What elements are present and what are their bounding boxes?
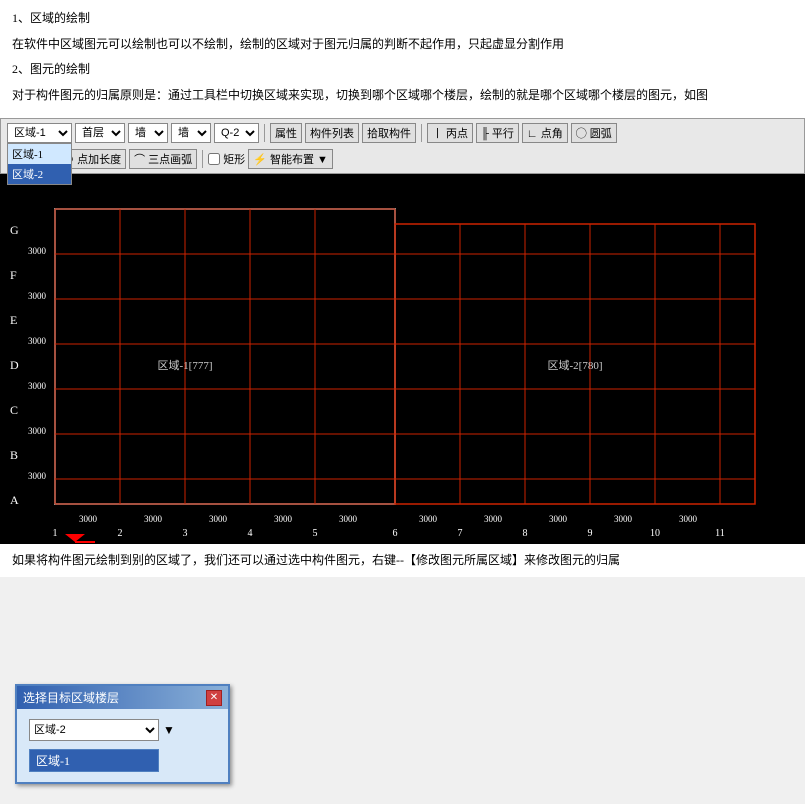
zone2-label: 区域-2[780] xyxy=(548,359,603,372)
rect-checkbox-label: 矩形 xyxy=(208,151,245,167)
top-text-area: 1、区域的绘制 在软件中区域图元可以绘制也可以不绘制，绘制的区域对于图元归属的判… xyxy=(0,0,805,118)
angle-btn[interactable]: ∟ 点角 xyxy=(522,123,568,143)
dialog-close-btn[interactable]: ✕ xyxy=(206,690,222,706)
svg-text:3000: 3000 xyxy=(28,471,47,481)
svg-text:3000: 3000 xyxy=(28,426,47,436)
toolbar-area: 区域-1 区域-2 区域-1 区域-2 首层 墙 墙 Q-2 属性 构件列表 拾… xyxy=(0,118,805,174)
pick-btn[interactable]: 拾取构件 xyxy=(362,123,416,143)
section2-content: 对于构件图元的归属原则是：通过工具栏中切换区域来实现，切换到哪个区域哪个楼层，绘… xyxy=(12,85,793,107)
separator2 xyxy=(421,124,422,142)
drawing-area: ↖ ↕ ✛ ↺ ⊙ 延伸 修剪 打断 合并 复制 对齐 偏移 G F E D C xyxy=(0,174,805,544)
bottom-text-area: 如果将构件图元绘制到别的区域了，我们还可以通过选中构件图元，右键--【修改图元所… xyxy=(0,544,805,576)
dialog-selected-item[interactable]: 区域-1 xyxy=(29,749,159,772)
dialog-dropdown-row: 区域-2 区域-1 ▼ xyxy=(29,719,216,741)
svg-text:3000: 3000 xyxy=(28,246,47,256)
page-container: 1、区域的绘制 在软件中区域图元可以绘制也可以不绘制，绘制的区域对于图元归属的判… xyxy=(0,0,805,804)
canvas-wrapper: G F E D C B A 3000 3000 3000 3000 3000 3… xyxy=(0,174,805,544)
svg-text:D: D xyxy=(10,358,19,372)
select-zone-dialog: 选择目标区域楼层 ✕ 区域-2 区域-1 ▼ 区域-1 xyxy=(15,684,230,784)
svg-text:2: 2 xyxy=(118,528,123,539)
svg-text:3000: 3000 xyxy=(679,514,698,524)
svg-text:3000: 3000 xyxy=(28,336,47,346)
arc-btn[interactable]: ◯ 圆弧 xyxy=(571,123,617,143)
svg-text:7: 7 xyxy=(458,528,463,539)
type1-select[interactable]: 墙 xyxy=(128,123,168,143)
two-point-btn[interactable]: 丨 丙点 xyxy=(427,123,473,143)
section1-content: 在软件中区域图元可以绘制也可以不绘制，绘制的区域对于图元归属的判断不起作用，只起… xyxy=(12,34,793,56)
svg-text:E: E xyxy=(10,313,17,327)
svg-text:C: C xyxy=(10,403,18,417)
toolbar-row2: ╱ 直线 ⊕ 点加长度 ⌒ 三点画弧 矩形 ⚡ 智能布置 ▼ xyxy=(5,147,800,171)
section1-title: 1、区域的绘制 xyxy=(12,8,793,30)
dialog-body: 区域-2 区域-1 ▼ 区域-1 xyxy=(17,709,228,782)
svg-text:3000: 3000 xyxy=(614,514,633,524)
svg-text:3000: 3000 xyxy=(274,514,293,524)
parallel-btn[interactable]: ╟ 平行 xyxy=(476,123,519,143)
separator1 xyxy=(264,124,265,142)
main-svg: G F E D C B A 3000 3000 3000 3000 3000 3… xyxy=(0,174,773,544)
svg-text:3: 3 xyxy=(183,528,188,539)
dialog-titlebar: 选择目标区域楼层 ✕ xyxy=(17,686,228,709)
three-point-arc-btn[interactable]: ⌒ 三点画弧 xyxy=(129,149,197,169)
dialog-title: 选择目标区域楼层 xyxy=(23,689,119,706)
svg-text:3000: 3000 xyxy=(209,514,228,524)
svg-text:3000: 3000 xyxy=(144,514,163,524)
floor-select[interactable]: 首层 xyxy=(75,123,125,143)
svg-text:G: G xyxy=(10,223,19,237)
dropdown-arrow-icon: ▼ xyxy=(163,723,175,738)
svg-text:3000: 3000 xyxy=(339,514,358,524)
svg-text:3000: 3000 xyxy=(419,514,438,524)
bottom-paragraph: 如果将构件图元绘制到别的区域了，我们还可以通过选中构件图元，右键--【修改图元所… xyxy=(12,550,793,570)
property-btn[interactable]: 属性 xyxy=(270,123,302,143)
svg-text:5: 5 xyxy=(313,528,318,539)
rect-checkbox[interactable] xyxy=(208,153,220,165)
code-select[interactable]: Q-2 xyxy=(214,123,259,143)
svg-text:6: 6 xyxy=(393,528,398,539)
svg-text:3000: 3000 xyxy=(549,514,568,524)
smart-layout-btn[interactable]: ⚡ 智能布置 ▼ xyxy=(248,149,333,169)
section2-title: 2、图元的绘制 xyxy=(12,59,793,81)
type2-select[interactable]: 墙 xyxy=(171,123,211,143)
svg-text:3000: 3000 xyxy=(484,514,503,524)
svg-text:B: B xyxy=(10,448,18,462)
svg-text:F: F xyxy=(10,268,17,282)
zone-target-select[interactable]: 区域-2 区域-1 xyxy=(29,719,159,741)
separator3 xyxy=(202,150,203,168)
svg-text:11: 11 xyxy=(715,528,725,539)
svg-text:3000: 3000 xyxy=(79,514,98,524)
component-list-btn[interactable]: 构件列表 xyxy=(305,123,359,143)
zone1-label: 区域-1[777] xyxy=(158,359,213,372)
zone-option-1[interactable]: 区域-1 xyxy=(8,144,71,164)
svg-text:A: A xyxy=(10,493,19,507)
zone-dropdown-container: 区域-1 区域-2 区域-1 区域-2 xyxy=(7,123,72,143)
svg-text:3000: 3000 xyxy=(28,381,47,391)
svg-text:1: 1 xyxy=(53,528,58,539)
zone-select[interactable]: 区域-1 区域-2 xyxy=(7,123,72,143)
svg-text:8: 8 xyxy=(523,528,528,539)
svg-text:3000: 3000 xyxy=(28,291,47,301)
svg-text:9: 9 xyxy=(588,528,593,539)
zone-option-2[interactable]: 区域-2 xyxy=(8,164,71,184)
toolbar-row1: 区域-1 区域-2 区域-1 区域-2 首层 墙 墙 Q-2 属性 构件列表 拾… xyxy=(5,121,619,145)
zone-dropdown-list: 区域-1 区域-2 xyxy=(7,143,72,185)
svg-text:10: 10 xyxy=(650,528,660,539)
svg-text:4: 4 xyxy=(248,528,253,539)
